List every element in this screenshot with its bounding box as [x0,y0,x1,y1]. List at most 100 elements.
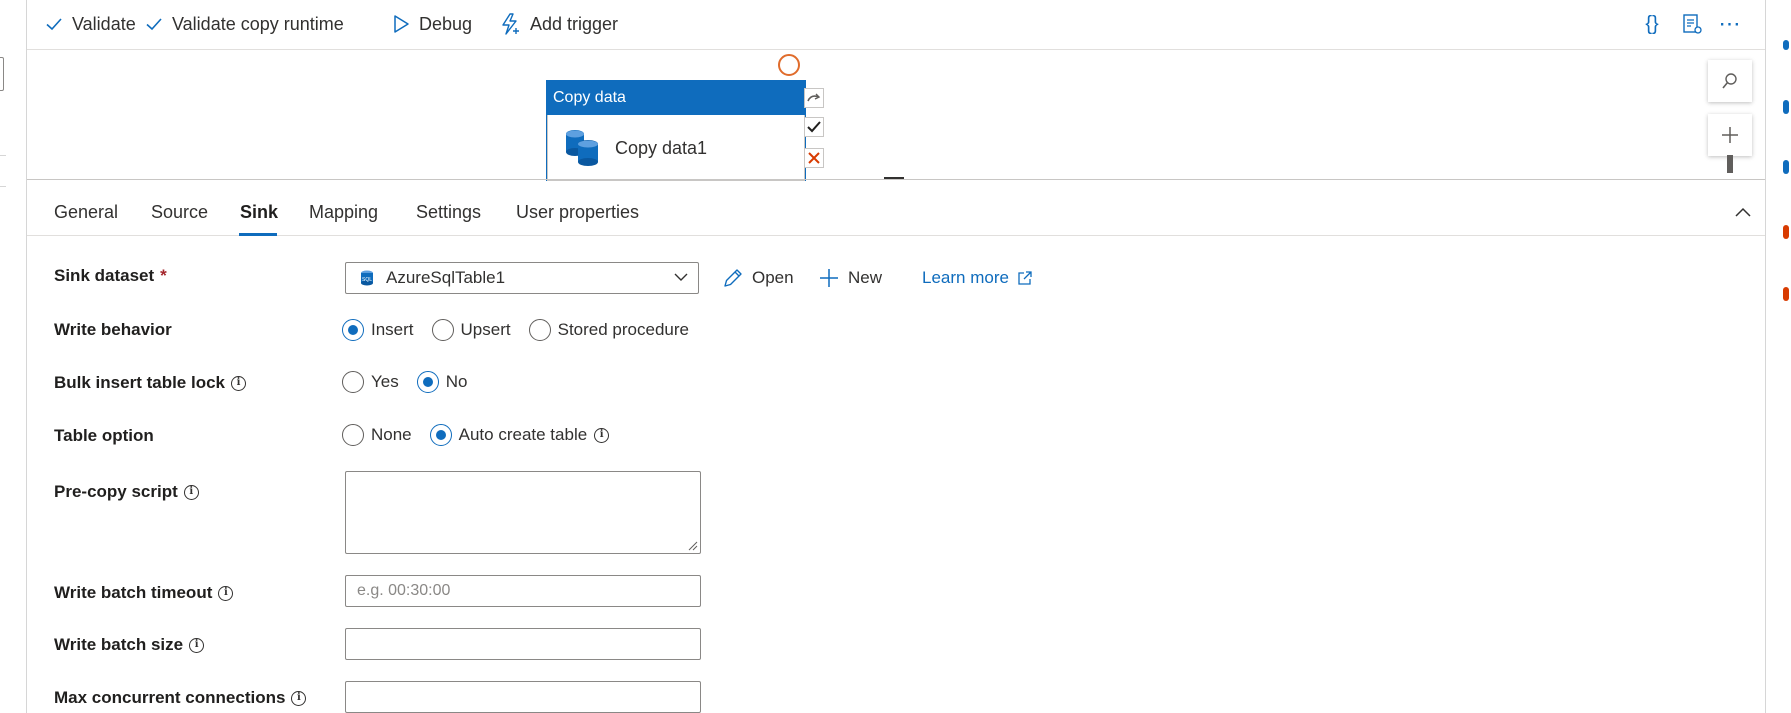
table-option-label: Table option [54,426,154,445]
open-dataset-button[interactable]: Open [722,263,794,293]
tab-source[interactable]: Source [151,202,208,223]
add-trigger-label: Add trigger [530,13,619,34]
table-option-group: None Auto create table i [342,424,627,446]
activity-failure-handle[interactable] [804,148,824,168]
database-icon [563,128,601,168]
sql-table-icon: SQL [360,270,374,286]
sink-dataset-value: AzureSqlTable1 [386,268,506,287]
tab-user-properties[interactable]: User properties [516,202,639,223]
radio-auto-create-table-label: Auto create table [458,425,588,444]
radio-button[interactable] [342,371,364,393]
info-icon[interactable]: i [189,637,205,653]
pipeline-canvas[interactable] [27,50,1765,179]
pre-copy-script-label: Pre-copy script i [54,482,199,502]
info-icon[interactable]: i [231,375,246,391]
chevron-down-icon [674,272,688,282]
svg-text:SQL: SQL [362,277,372,283]
radio-button-selected[interactable] [416,371,439,393]
radio-button-selected[interactable] [429,424,452,446]
activity-skip-handle[interactable] [804,88,824,108]
canvas-search-button[interactable] [1708,60,1752,102]
pencil-icon [722,267,744,289]
more-icon: ⋯ [1718,11,1742,36]
more-actions-button[interactable]: ⋯ [1715,9,1745,39]
radio-button[interactable] [342,424,364,446]
validate-copy-runtime-button[interactable]: Validate copy runtime [145,10,344,38]
write-batch-timeout-label-text: Write batch timeout [54,583,213,602]
validate-copy-runtime-label: Validate copy runtime [172,13,344,34]
info-icon[interactable]: i [594,427,610,443]
radio-button[interactable] [431,319,454,341]
chevron-up-icon [1735,207,1751,217]
learn-more-link[interactable]: Learn more [922,263,1033,293]
checkmark-icon [45,15,63,33]
write-batch-timeout-label: Write batch timeout i [54,583,234,603]
write-batch-size-label: Write batch size i [54,635,205,655]
new-label: New [848,268,883,287]
validate-button[interactable]: Validate [45,10,136,38]
activity-body: Copy data1 [547,115,805,181]
radio-no[interactable]: No [416,371,468,393]
search-icon [1721,72,1739,90]
radio-none[interactable]: None [342,424,412,446]
external-link-icon [1017,270,1033,286]
sink-dataset-label-text: Sink dataset [54,266,155,285]
left-panel-handle[interactable] [0,57,4,91]
tab-general[interactable]: General [54,202,118,223]
copy-data-activity[interactable]: Copy data Copy data1 [546,80,806,181]
play-icon [392,14,410,34]
radio-stored-procedure-label: Stored procedure [557,320,689,339]
radio-upsert[interactable]: Upsert [431,319,511,341]
debug-button[interactable]: Debug [392,10,472,38]
bulk-lock-group: Yes No [342,371,485,393]
radio-insert[interactable]: Insert [342,319,414,341]
zoom-slider-thumb[interactable] [1727,155,1733,173]
radio-button[interactable] [528,319,551,341]
left-panel-divider [0,155,6,187]
close-icon [808,152,820,164]
info-icon[interactable]: i [218,585,234,601]
new-dataset-button[interactable]: New [818,263,882,293]
info-icon[interactable]: i [183,484,199,500]
radio-upsert-label: Upsert [460,320,511,339]
properties-icon [1681,13,1703,35]
bulk-insert-lock-label: Bulk insert table lock i [54,373,246,393]
tab-mapping[interactable]: Mapping [309,202,378,223]
pre-copy-script-input[interactable] [345,471,701,554]
sink-dataset-dropdown[interactable]: SQL AzureSqlTable1 [345,262,699,294]
tab-settings[interactable]: Settings [416,202,481,223]
redo-arrow-icon [807,92,821,104]
tab-sink[interactable]: Sink [240,202,278,223]
active-tab-indicator [239,233,277,236]
bulk-insert-lock-label-text: Bulk insert table lock [54,373,225,392]
debug-label: Debug [419,13,473,34]
radio-button-selected[interactable] [342,319,364,341]
max-concurrent-connections-input[interactable] [345,681,701,713]
zoom-in-icon [1720,125,1740,145]
activity-type: Copy data [547,81,805,115]
activity-success-handle[interactable] [804,117,824,137]
left-panel-edge [0,0,27,713]
code-view-button[interactable]: {} [1637,9,1667,39]
add-trigger-button[interactable]: Add trigger [499,10,618,38]
zoom-in-button[interactable] [1708,114,1752,156]
radio-auto-create-table[interactable]: Auto create table i [429,424,610,446]
radio-yes-label: Yes [371,372,399,391]
resize-grip-icon[interactable] [688,541,698,551]
properties-button[interactable] [1677,9,1707,39]
write-batch-timeout-input[interactable] [345,575,701,607]
info-icon[interactable]: i [291,690,307,706]
learn-more-label: Learn more [922,268,1009,287]
radio-stored-procedure[interactable]: Stored procedure [528,319,689,341]
lightning-add-icon [499,13,521,35]
pipeline-toolbar: Validate Validate copy runtime Debug Add… [27,0,1765,50]
sink-dataset-label: Sink dataset * [54,266,167,286]
open-label: Open [752,268,794,287]
write-behavior-group: Insert Upsert Stored procedure [342,319,707,341]
radio-yes[interactable]: Yes [342,371,399,393]
radio-no-label: No [445,372,468,391]
collapse-panel-button[interactable] [1731,200,1755,224]
write-batch-size-input[interactable] [345,628,701,660]
activity-name: Copy data1 [615,137,708,158]
write-batch-size-label-text: Write batch size [54,635,184,654]
